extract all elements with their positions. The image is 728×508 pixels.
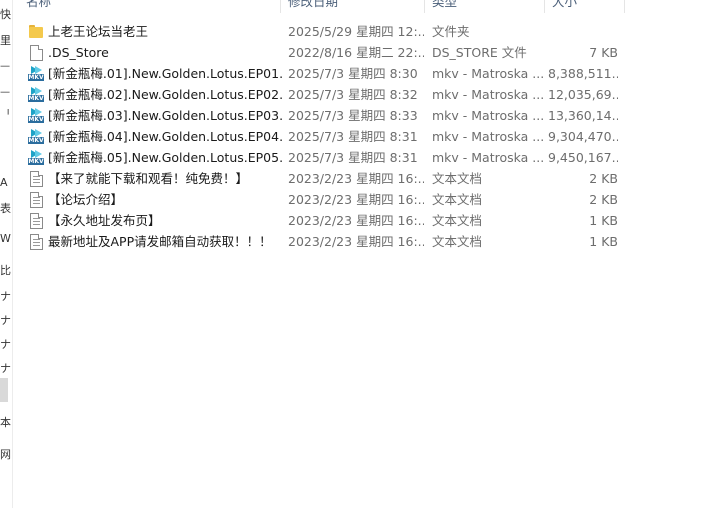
file-size: 2 KB xyxy=(589,192,618,207)
nav-glyph[interactable]: W xyxy=(0,232,12,246)
file-name: [新金瓶梅.03].New.Golden.Lotus.EP03.... xyxy=(48,108,284,123)
file-name: [新金瓶梅.04].New.Golden.Lotus.EP04.... xyxy=(48,129,284,144)
file-row[interactable]: MKV [新金瓶梅.03].New.Golden.Lotus.EP03.... 20… xyxy=(24,105,624,126)
file-modified-date: 2025/7/3 星期四 8:31 xyxy=(288,150,418,165)
file-modified-date: 2025/7/3 星期四 8:33 xyxy=(288,108,418,123)
navigation-pane-edge: 快 里 ᅳ ᅳ ᅵ A 表 W 比 ナ ナ ナ ナ 本 网 xyxy=(0,0,13,508)
file-modified-date: 2025/5/29 星期四 12:... xyxy=(288,24,424,39)
file-row[interactable]: MKV [新金瓶梅.04].New.Golden.Lotus.EP04.... 20… xyxy=(24,126,624,147)
column-divider[interactable] xyxy=(624,0,625,13)
column-divider[interactable] xyxy=(544,0,545,13)
file-row[interactable]: 【论坛介绍】 2023/2/23 星期四 16:... 文本文档 2 KB xyxy=(24,189,624,210)
file-name: 【论坛介绍】 xyxy=(48,192,124,207)
text-document-icon xyxy=(30,234,43,250)
file-name: 上老王论坛当老王 xyxy=(48,24,149,39)
mkv-video-icon: MKV xyxy=(28,129,44,144)
file-name: [新金瓶梅.01].New.Golden.Lotus.EP01.... xyxy=(48,66,284,81)
file-type: 文本文档 xyxy=(432,192,483,207)
file-type: 文本文档 xyxy=(432,213,483,228)
text-document-icon xyxy=(30,213,43,229)
mkv-video-icon: MKV xyxy=(28,150,44,165)
file-row[interactable]: 上老王论坛当老王 2025/5/29 星期四 12:... 文件夹 xyxy=(24,21,624,42)
nav-glyph[interactable]: 表 xyxy=(0,202,12,216)
column-divider[interactable] xyxy=(424,0,425,13)
document-icon xyxy=(30,45,43,61)
file-modified-date: 2023/2/23 星期四 16:... xyxy=(288,234,424,249)
file-row[interactable]: 【来了就能下载和观看！纯免费！】 2023/2/23 星期四 16:... 文本文档… xyxy=(24,168,624,189)
nav-glyph[interactable]: 本 xyxy=(0,416,12,430)
text-document-icon xyxy=(30,192,43,208)
text-document-icon xyxy=(30,171,43,187)
file-modified-date: 2022/8/16 星期二 22:... xyxy=(288,45,424,60)
file-modified-date: 2023/2/23 星期四 16:... xyxy=(288,171,424,186)
file-name: 【永久地址发布页】 xyxy=(48,213,161,228)
column-header-date[interactable]: 修改日期 xyxy=(288,0,338,13)
mkv-video-icon: MKV xyxy=(28,87,44,102)
file-row[interactable]: 最新地址及APP请发邮箱自动获取！！！ 2023/2/23 星期四 16:... 文… xyxy=(24,231,624,252)
file-size xyxy=(548,21,618,42)
file-size: 1 KB xyxy=(589,234,618,249)
file-row[interactable]: MKV [新金瓶梅.02].New.Golden.Lotus.EP02.... 20… xyxy=(24,84,624,105)
file-size: 1 KB xyxy=(589,213,618,228)
column-header-type[interactable]: 类型 xyxy=(432,0,457,13)
nav-glyph[interactable]: 网 xyxy=(0,448,12,462)
file-type: DS_STORE 文件 xyxy=(432,45,527,60)
file-name: [新金瓶梅.02].New.Golden.Lotus.EP02.... xyxy=(48,87,284,102)
file-modified-date: 2023/2/23 星期四 16:... xyxy=(288,213,424,228)
file-type: mkv - Matroska ... xyxy=(432,150,545,165)
nav-glyph[interactable]: ナ xyxy=(0,314,12,328)
column-divider[interactable] xyxy=(280,0,281,13)
file-modified-date: 2023/2/23 星期四 16:... xyxy=(288,192,424,207)
column-header: 名称 修改日期 类型 大小 xyxy=(12,0,728,13)
file-size: 7 KB xyxy=(589,45,618,60)
column-header-size[interactable]: 大小 xyxy=(552,0,577,13)
file-row[interactable]: .DS_Store 2022/8/16 星期二 22:... DS_STORE 文件… xyxy=(24,42,624,63)
nav-glyph[interactable]: A xyxy=(0,176,12,190)
file-name: 【来了就能下载和观看！纯免费！】 xyxy=(48,171,249,186)
file-modified-date: 2025/7/3 星期四 8:32 xyxy=(288,87,418,102)
file-row[interactable]: 【永久地址发布页】 2023/2/23 星期四 16:... 文本文档 1 KB xyxy=(24,210,624,231)
file-row[interactable]: MKV [新金瓶梅.01].New.Golden.Lotus.EP01.... 20… xyxy=(24,63,624,84)
file-size: 13,360,14... xyxy=(548,108,618,123)
file-type: 文本文档 xyxy=(432,234,483,249)
column-header-name[interactable]: 名称 xyxy=(26,0,51,13)
file-type: mkv - Matroska ... xyxy=(432,87,545,102)
file-type: mkv - Matroska ... xyxy=(432,108,545,123)
nav-glyph[interactable]: 里 xyxy=(0,34,12,48)
mkv-video-icon: MKV xyxy=(28,66,44,81)
nav-glyph[interactable]: ナ xyxy=(0,338,12,352)
nav-glyph[interactable]: ナ xyxy=(0,362,12,376)
mkv-video-icon: MKV xyxy=(28,108,44,123)
nav-glyph[interactable]: 快 xyxy=(0,8,12,22)
nav-glyph[interactable]: ᅵ xyxy=(0,108,12,122)
nav-glyph[interactable]: ナ xyxy=(0,290,12,304)
file-name: 最新地址及APP请发邮箱自动获取！！！ xyxy=(48,234,272,249)
file-size: 9,450,167... xyxy=(548,150,618,165)
nav-glyph[interactable]: ᅳ xyxy=(0,86,12,100)
file-type: mkv - Matroska ... xyxy=(432,66,545,81)
file-name: .DS_Store xyxy=(48,45,109,60)
file-type: 文件夹 xyxy=(432,24,470,39)
file-size: 12,035,69... xyxy=(548,87,618,102)
file-type: 文本文档 xyxy=(432,171,483,186)
nav-selection-highlight xyxy=(0,378,8,402)
file-size: 2 KB xyxy=(589,171,618,186)
file-name: [新金瓶梅.05].New.Golden.Lotus.EP05.... xyxy=(48,150,284,165)
file-type: mkv - Matroska ... xyxy=(432,129,545,144)
file-modified-date: 2025/7/3 星期四 8:31 xyxy=(288,129,418,144)
file-size: 8,388,511... xyxy=(548,66,618,81)
file-size: 9,304,470... xyxy=(548,129,618,144)
file-modified-date: 2025/7/3 星期四 8:30 xyxy=(288,66,418,81)
nav-glyph[interactable]: 比 xyxy=(0,264,12,278)
file-row[interactable]: MKV [新金瓶梅.05].New.Golden.Lotus.EP05.... 20… xyxy=(24,147,624,168)
nav-glyph[interactable]: ᅳ xyxy=(0,60,12,74)
folder-icon xyxy=(28,23,44,40)
